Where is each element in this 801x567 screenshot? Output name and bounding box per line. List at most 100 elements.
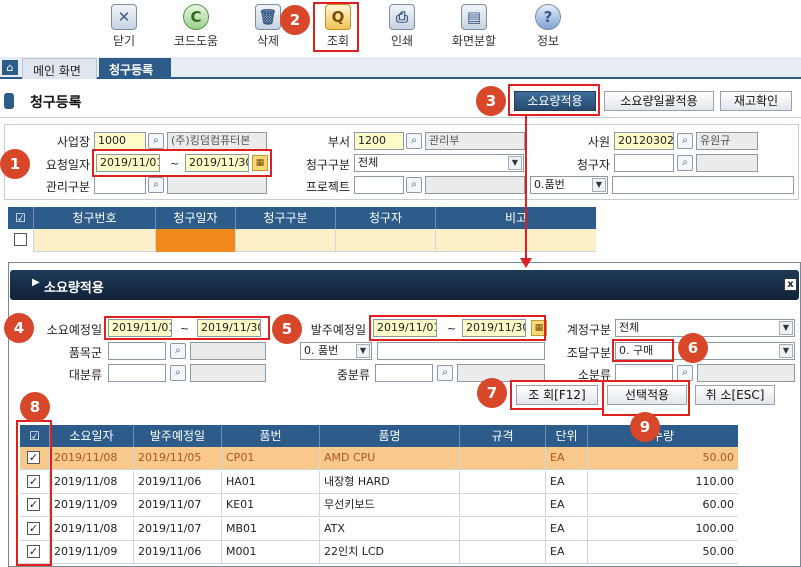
major-class-lookup-icon[interactable]: ⌕ [170, 365, 186, 381]
toolbar-code-help-button[interactable]: C 코드도움 [166, 4, 226, 52]
middle-class-input[interactable] [375, 364, 433, 382]
row-checkbox[interactable]: ✓ [27, 521, 40, 535]
toolbar-close-button[interactable]: ✕ 닫기 [94, 4, 154, 52]
usage-grid-row[interactable]: ✓ 2019/11/08 2019/11/06 HA01 내장형 HARD EA 110.0… [20, 470, 738, 494]
claimant-lookup-icon[interactable]: ⌕ [677, 155, 693, 171]
spec-cell[interactable] [460, 494, 546, 518]
apply-usage-button[interactable]: 소요량적용 [514, 91, 596, 111]
manage-type-lookup-icon[interactable]: ⌕ [148, 177, 164, 193]
spec-cell[interactable] [460, 447, 546, 470]
usage-grid-row[interactable]: ✓ 2019/11/08 2019/11/05 CP01 AMD CPU EA 50.00 [20, 447, 738, 470]
col-claim-type[interactable]: 청구구분 [236, 207, 336, 229]
claim-grid-row[interactable] [8, 229, 596, 252]
req-date-cell[interactable]: 2019/11/09 [50, 494, 134, 518]
item-name-cell[interactable]: 22인치 LCD [320, 541, 460, 565]
usage-grid-row[interactable]: ✓ 2019/11/09 2019/11/06 M001 22인치 LCD EA 50.00 [20, 541, 738, 565]
select-all-checkbox[interactable]: ☑ [20, 425, 50, 447]
tab-claim-register[interactable]: 청구등록 [99, 58, 171, 79]
spec-cell[interactable] [460, 517, 546, 541]
minor-class-lookup-icon[interactable]: ⌕ [677, 365, 693, 381]
row-select-cell[interactable]: ✓ [20, 447, 50, 470]
item-name-cell[interactable]: ATX [320, 517, 460, 541]
order-date-cell[interactable]: 2019/11/07 [134, 494, 222, 518]
col-quantity[interactable]: 수량 [588, 425, 738, 447]
req-date-cell[interactable]: 2019/11/08 [50, 447, 134, 470]
popup-item-no-select[interactable]: 0. 품번 ▼ [300, 342, 372, 360]
project-lookup-icon[interactable]: ⌕ [406, 177, 422, 193]
stock-check-button[interactable]: 재고확인 [720, 91, 792, 111]
request-date-from-input[interactable]: 2019/11/01 [96, 154, 160, 172]
claimant-cell[interactable] [336, 229, 436, 252]
row-checkbox[interactable]: ✓ [27, 545, 40, 559]
tab-main-screen[interactable]: 메인 화면 [22, 58, 97, 79]
claimant-input[interactable] [614, 154, 674, 172]
spec-cell[interactable] [460, 541, 546, 565]
req-date-to-input[interactable]: 2019/11/30 [197, 319, 261, 337]
row-select-cell[interactable]: ✓ [20, 470, 50, 494]
major-class-input[interactable] [108, 364, 166, 382]
calendar-icon[interactable]: ▦ [531, 320, 547, 336]
quantity-cell[interactable]: 60.00 [588, 494, 738, 517]
row-checkbox[interactable]: ✓ [27, 451, 40, 464]
quantity-cell[interactable]: 110.00 [588, 471, 738, 494]
item-name-cell[interactable]: 무선키보드 [320, 494, 460, 518]
select-all-checkbox[interactable]: ☑ [8, 207, 34, 229]
claim-date-cell[interactable] [156, 229, 236, 252]
popup-search-button[interactable]: 조 회[F12] [516, 385, 598, 405]
calendar-icon[interactable]: ▦ [252, 155, 268, 171]
item-name-cell[interactable]: AMD CPU [320, 447, 460, 470]
row-select-cell[interactable]: ✓ [20, 517, 50, 541]
project-input[interactable] [354, 176, 404, 194]
quantity-cell[interactable]: 50.00 [588, 541, 738, 564]
toolbar-search-button[interactable]: Q 조회 [308, 4, 368, 52]
popup-apply-button[interactable]: 선택적용 [607, 385, 687, 405]
unit-cell[interactable]: EA [546, 494, 588, 518]
manage-type-input[interactable] [94, 176, 146, 194]
site-lookup-icon[interactable]: ⌕ [148, 133, 164, 149]
order-date-to-input[interactable]: 2019/11/30 [462, 319, 526, 337]
item-code-cell[interactable]: KE01 [222, 494, 320, 518]
plan-type-select[interactable]: 전체 ▼ [615, 319, 795, 337]
popup-cancel-button[interactable]: 취 소[ESC] [695, 385, 775, 405]
item-name-cell[interactable]: 내장형 HARD [320, 470, 460, 494]
claim-type-cell[interactable] [236, 229, 336, 252]
toolbar-split-button[interactable]: ▤ 화면분할 [444, 4, 504, 52]
item-group-lookup-icon[interactable]: ⌕ [170, 343, 186, 359]
quantity-cell[interactable]: 50.00 [588, 447, 738, 470]
unit-cell[interactable]: EA [546, 447, 588, 470]
site-code-input[interactable]: 1000 [94, 132, 146, 150]
toolbar-print-button[interactable]: ⎙ 인쇄 [372, 4, 432, 52]
employee-code-input[interactable]: 20120302 [614, 132, 674, 150]
item-code-cell[interactable]: MB01 [222, 517, 320, 541]
row-checkbox[interactable]: ✓ [27, 474, 40, 488]
minor-class-input[interactable] [615, 364, 673, 382]
home-icon[interactable]: ⌂ [2, 60, 18, 75]
middle-class-lookup-icon[interactable]: ⌕ [437, 365, 453, 381]
col-claim-date[interactable]: 청구일자 [156, 207, 236, 229]
usage-grid-row[interactable]: ✓ 2019/11/08 2019/11/07 MB01 ATX EA 100.00 [20, 517, 738, 541]
col-req-date[interactable]: 소요일자 [50, 425, 134, 447]
item-no-select[interactable]: 0.품번 ▼ [530, 176, 608, 194]
popup-item-no-input[interactable] [377, 342, 545, 360]
usage-grid-row[interactable]: ✓ 2019/11/09 2019/11/07 KE01 무선키보드 EA 60.00 [20, 494, 738, 518]
unit-cell[interactable]: EA [546, 517, 588, 541]
spec-cell[interactable] [460, 470, 546, 494]
col-spec[interactable]: 규격 [460, 425, 546, 447]
row-select-cell[interactable] [8, 229, 34, 252]
unit-cell[interactable]: EA [546, 541, 588, 565]
popup-close-icon[interactable]: x [784, 278, 797, 291]
req-date-cell[interactable]: 2019/11/08 [50, 517, 134, 541]
order-date-cell[interactable]: 2019/11/07 [134, 517, 222, 541]
unit-cell[interactable]: EA [546, 470, 588, 494]
req-date-from-input[interactable]: 2019/11/01 [108, 319, 172, 337]
claim-no-cell[interactable] [34, 229, 156, 252]
item-no-input[interactable] [612, 176, 794, 194]
apply-usage-bulk-button[interactable]: 소요량일괄적용 [604, 91, 714, 111]
item-group-input[interactable] [108, 342, 166, 360]
employee-lookup-icon[interactable]: ⌕ [677, 133, 693, 149]
request-date-to-input[interactable]: 2019/11/30 [185, 154, 249, 172]
order-date-cell[interactable]: 2019/11/06 [134, 470, 222, 494]
col-claimant[interactable]: 청구자 [336, 207, 436, 229]
row-checkbox[interactable]: ✓ [27, 498, 40, 512]
item-code-cell[interactable]: CP01 [222, 447, 320, 470]
